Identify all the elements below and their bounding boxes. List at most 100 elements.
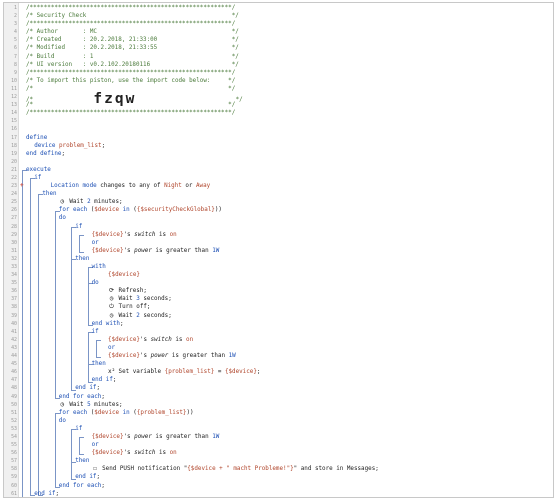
code-line[interactable]: 20 [4,158,553,166]
code-line[interactable]: 26 for each ($device in ({$securityCheckG… [4,206,553,214]
code-line[interactable]: 39 ◷ Wait 2 seconds; [4,312,553,320]
code-line[interactable]: 30 or [4,239,553,247]
keyword: for each [58,409,91,416]
code-line[interactable]: 12/* fzqw */ [4,92,553,107]
code-line[interactable]: 6 /* Modified : 20.2.2018, 21:33:55 */ [4,44,553,52]
plain-text: ; [101,393,105,400]
plain-text: Send PUSH notification " [98,466,188,473]
code-line[interactable]: 59 end if; [4,473,553,481]
code-line[interactable]: 61 end if; [4,490,553,497]
code-line[interactable]: 47 end if; [4,376,553,384]
code-line[interactable]: 50 ◷ Wait 5 minutes; [4,401,553,409]
code-line[interactable]: 3 /**************************************… [4,20,553,28]
code-line[interactable]: 19 end define; [4,150,553,158]
line-number: 39 [11,312,17,319]
code-line[interactable]: 55 or [4,441,553,449]
code-line[interactable]: 14 /*************************************… [4,109,553,117]
code-line[interactable]: 31 {$device}'s power is greater than 1W [4,247,553,255]
code-line[interactable]: 24 then [4,190,553,198]
code-text: ◷ Wait 2 minutes; [59,198,122,206]
code-line[interactable]: 22 if [4,174,553,182]
code-line[interactable]: 49 end for each; [4,393,553,401]
code-line[interactable]: 57 then [4,457,553,465]
condition-trigger-marker: + [20,182,24,190]
line-number: 26 [11,207,17,214]
code-line[interactable]: 16 [4,125,553,133]
code-line[interactable]: 8 /* UI version : v0.2.102.20180116 */ [4,61,553,69]
keyword: device [34,142,60,149]
code-line[interactable]: 13 /* */ [4,101,553,109]
code-line[interactable]: 28 if [4,223,553,231]
keyword: do [91,280,99,287]
line-number: 16 [11,126,17,133]
plain-text: Wait [115,312,137,319]
attribute-name: power [150,353,169,360]
code-line[interactable]: 5 /* Created : 20.2.2018, 21:33:00 */ [4,36,553,44]
code-line[interactable]: 58 ☐ Send PUSH notification "{$device + "… [4,465,553,473]
code-line[interactable]: 33 with [4,263,553,271]
code-line[interactable]: 7 /* Build : 1 */ [4,53,553,61]
code-line[interactable]: 41 if [4,328,553,336]
keyword: if [75,223,83,230]
code-text: with [92,263,106,271]
variable: {$device} [91,433,124,440]
code-line[interactable]: 48 end if; [4,384,553,392]
code-line[interactable]: 42 {$device}'s switch is on [4,336,553,344]
code-line[interactable]: 27 do [4,214,553,222]
code-line[interactable]: 35 do [4,279,553,287]
code-line[interactable]: 44 {$device}'s power is greater than 1W [4,352,553,360]
code-line[interactable]: 51 for each ($device in ({problem_list})) [4,409,553,417]
code-line[interactable]: 18 device problem_list; [4,142,553,150]
code-line[interactable]: 17 define [4,134,553,142]
line-number: 42 [11,336,17,343]
code-text: ◷ Wait 3 seconds; [108,295,172,303]
code-line[interactable]: 43 or [4,344,553,352]
code-line[interactable]: 4 /* Author : MC */ [4,28,553,36]
keyword: or [108,344,116,351]
variable: {$device} [224,369,257,376]
line-number: 36 [11,288,17,295]
comment-text: /* Modified : 20.2.2018, 21:33:55 */ [26,45,239,52]
code-line[interactable]: 56 {$device}'s switch is on [4,449,553,457]
code-line[interactable]: 23 + Location mode changes to any of Night… [4,182,553,190]
code-line[interactable]: 40 end with; [4,320,553,328]
code-text: /***************************************… [26,109,235,117]
statement-icon: ☐ [93,465,97,473]
code-text: end with; [92,320,124,328]
attribute-name: switch [150,336,172,343]
attribute-name: power [134,247,152,254]
comment-text: /***************************************… [26,21,236,28]
code-line[interactable]: 34 {$device} [4,271,553,279]
code-line[interactable]: 25 ◷ Wait 2 minutes; [4,198,553,206]
line-number: 56 [11,450,17,457]
code-line[interactable]: 60 end for each; [4,482,553,490]
code-line[interactable]: 52 do [4,417,553,425]
comment-text: /* */ [26,102,236,109]
code-text: /* UI version : v0.2.102.20180116 */ [26,61,239,69]
code-line[interactable]: 21 execute [4,166,553,174]
keyword: then [75,458,90,465]
code-line[interactable]: 29 {$device}'s switch is on [4,231,553,239]
keyword: end if [75,474,97,481]
comment-text: /* To import this piston, use the import… [26,77,236,84]
code-line[interactable]: 2 /* Security Check */ [4,12,553,20]
code-line[interactable]: 38 ⏻ Turn off; [4,303,553,311]
keyword: end with [91,320,120,327]
keyword: Location mode [50,183,101,190]
statement-icon: ◷ [109,311,114,319]
statement-icon: ⟳ [108,287,115,295]
code-line[interactable]: 9 /**************************************… [4,69,553,77]
code-line[interactable]: 15 [4,117,553,125]
code-line[interactable]: 53 if [4,425,553,433]
code-line[interactable]: 10 /* To import this piston, use the impo… [4,77,553,85]
code-line[interactable]: 54 {$device}'s power is greater than 1W [4,433,553,441]
code-line[interactable]: 46 x² Set variable {problem_list} = {$dev… [4,368,553,376]
code-line[interactable]: 32 then [4,255,553,263]
code-text: do [59,417,66,425]
code-line[interactable]: 45 then [4,360,553,368]
code-line[interactable]: 37 ◷ Wait 3 seconds; [4,295,553,303]
code-line[interactable]: 1 /**************************************… [4,4,553,12]
code-line[interactable]: 11/* */ [4,85,553,93]
code-line[interactable]: 36 ⟳ Refresh; [4,287,553,295]
variable: Away [196,183,211,190]
